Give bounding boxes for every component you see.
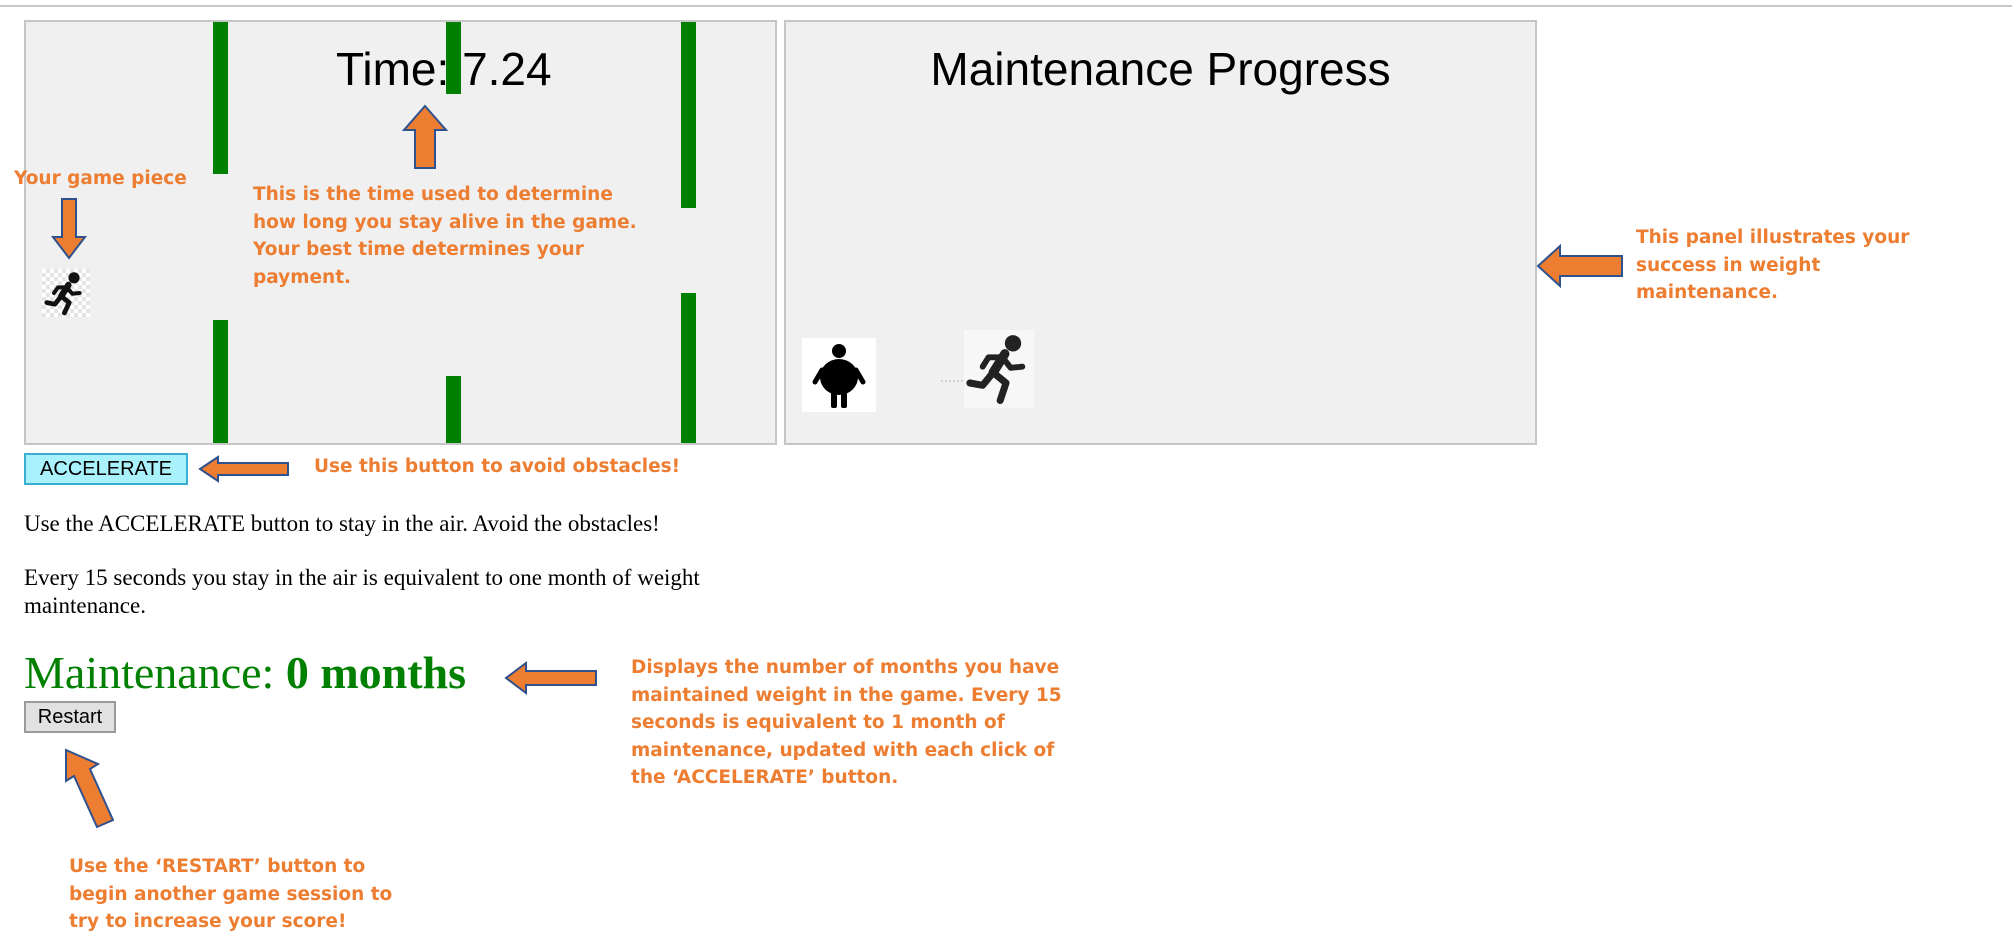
annotation-timer: This is the time used to determine how l… [253, 184, 637, 288]
arrow-up-icon [402, 104, 448, 169]
annotation-accelerate: Use this button to avoid obstacles! [314, 456, 681, 477]
obstacle-bottom-3 [681, 293, 696, 443]
overweight-figure [802, 338, 876, 412]
obstacle-top-1 [213, 22, 228, 174]
annotation-restart: Use the ‘RESTART’ button to begin anothe… [69, 856, 393, 932]
arrow-left-icon [198, 455, 289, 483]
maintenance-counter: Maintenance: 0 months [24, 645, 466, 701]
game-piece [42, 269, 90, 317]
obstacle-bottom-2 [446, 376, 461, 443]
annotation-months: Displays the number of months you have m… [631, 657, 1062, 788]
maintenance-progress-panel: Maintenance Progress [784, 20, 1537, 445]
maintenance-label: Maintenance: [24, 647, 286, 698]
top-divider [0, 5, 2012, 7]
obstacle-top-3 [681, 22, 696, 208]
arrow-left-icon [504, 661, 597, 695]
arrow-left-icon [1536, 244, 1623, 288]
arrow-up-icon [65, 748, 115, 829]
accelerate-button[interactable]: ACCELERATE [24, 453, 188, 485]
running-person-icon [966, 335, 1026, 404]
overweight-person-icon [812, 344, 866, 408]
runner-figure [964, 330, 1034, 408]
game-timer: Time: 7.24 [336, 43, 552, 95]
obstacle-bottom-1 [213, 320, 228, 443]
annotation-game-piece: Your game piece [14, 168, 187, 189]
maintenance-value: 0 months [285, 647, 467, 698]
arrow-down-icon [50, 198, 88, 260]
instruction-line-2: Every 15 seconds you stay in the air is … [24, 565, 700, 618]
maintenance-panel-title: Maintenance Progress [930, 43, 1391, 95]
running-person-icon [44, 272, 82, 316]
restart-button[interactable]: Restart [24, 701, 116, 733]
annotation-panel: This panel illustrates your success in w… [1636, 227, 1910, 303]
instruction-line-1: Use the ACCELERATE button to stay in the… [24, 511, 660, 536]
